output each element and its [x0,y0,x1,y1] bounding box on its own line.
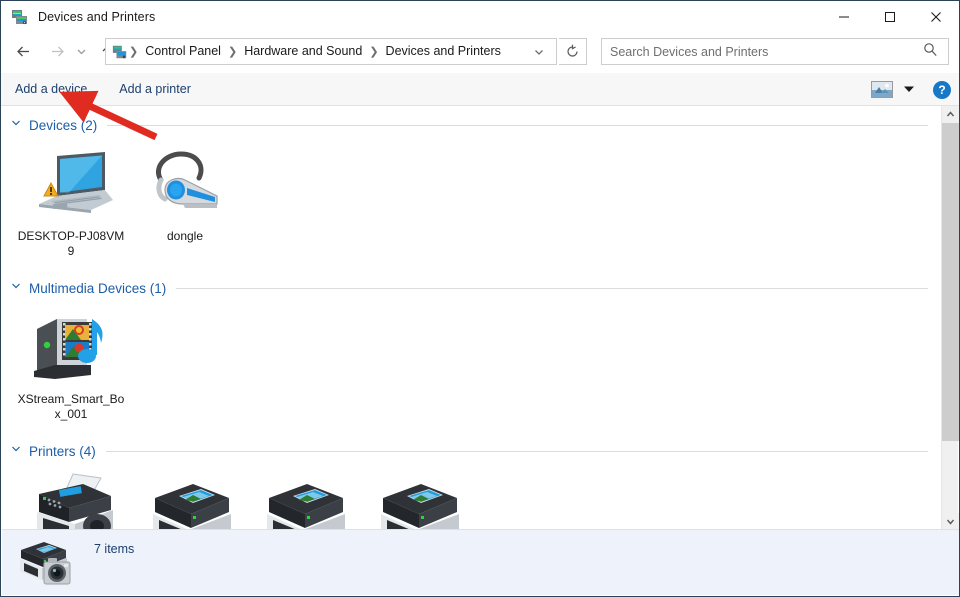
printer-icon [377,472,461,530]
chevron-down-icon[interactable] [10,279,22,297]
breadcrumb-separator: ❯ [129,46,139,58]
vertical-scrollbar[interactable] [941,106,959,530]
printer-icon [149,472,233,530]
media-server-icon [29,309,113,387]
breadcrumb-separator: ❯ [227,46,238,58]
device-label: XStream_Smart_Box_001 [17,392,125,421]
add-a-printer-button[interactable]: Add a printer [109,78,201,100]
title-bar: Devices and Printers [1,1,959,33]
help-button[interactable]: ? [933,80,951,99]
chevron-down-icon[interactable] [10,116,22,134]
maximize-button[interactable] [867,1,913,32]
search-input[interactable] [610,39,923,64]
scrollbar-thumb[interactable] [942,123,959,441]
search-box[interactable] [601,38,949,65]
group-divider [107,124,928,126]
fax-printer-icon [35,472,119,530]
view-options-icon[interactable] [871,81,893,98]
device-tile-xstream[interactable]: XStream_Smart_Box_001 [14,299,128,422]
device-label: dongle [166,229,204,243]
breadcrumb-root-icon [112,44,128,60]
group-header-devices[interactable]: Devices (2) [2,114,942,136]
printers-tile-row [2,462,942,530]
close-button[interactable] [913,1,959,32]
breadcrumb-devices-and-printers[interactable]: Devices and Printers [380,39,507,64]
refresh-button[interactable] [559,38,587,65]
search-icon[interactable] [923,42,938,62]
scroll-up-button[interactable] [942,106,959,123]
devices-tile-row: DESKTOP-PJ08VM9 dongle [2,136,942,259]
multimedia-tile-row: XStream_Smart_Box_001 [2,299,942,422]
printer-camera-icon [18,536,80,590]
address-dropdown-icon[interactable] [532,45,546,64]
group-divider [105,450,928,452]
group-divider [176,287,928,289]
add-a-device-button[interactable]: Add a device [5,78,97,100]
group-title: Printers (4) [29,443,96,459]
bluetooth-headset-icon [143,146,227,224]
scroll-down-button[interactable] [942,513,959,530]
device-tile-desktop[interactable]: DESKTOP-PJ08VM9 [14,136,128,259]
command-bar-right: ? [871,73,951,106]
minimize-button[interactable] [821,1,867,32]
command-bar: Add a device Add a printer ? [1,73,959,106]
breadcrumb-control-panel[interactable]: Control Panel [139,39,227,64]
group-header-multimedia-devices[interactable]: Multimedia Devices (1) [2,277,942,299]
group-title: Devices (2) [29,117,98,133]
printer-tile-3[interactable] [362,462,476,530]
devices-printers-icon [11,8,29,26]
item-count-label: 7 items [94,542,135,556]
recent-locations-button[interactable] [71,38,91,66]
printer-tile-2[interactable] [248,462,362,530]
devices-list-area: Devices (2) DESKTOP-PJ08VM9 dongle Multi… [2,106,942,530]
printer-tile-fax[interactable] [20,462,134,530]
view-dropdown-icon[interactable] [903,81,915,99]
window-controls [821,1,959,32]
breadcrumb-hardware-and-sound[interactable]: Hardware and Sound [238,39,368,64]
back-button[interactable] [9,38,37,66]
laptop-warning-icon [29,146,113,224]
device-label: DESKTOP-PJ08VM9 [17,229,125,258]
device-tile-dongle[interactable]: dongle [128,136,242,259]
printer-icon [263,472,347,530]
breadcrumb-separator: ❯ [369,46,379,58]
group-title: Multimedia Devices (1) [29,280,167,296]
chevron-down-icon[interactable] [10,442,22,460]
address-bar[interactable]: ❯ Control Panel ❯ Hardware and Sound ❯ D… [105,38,557,65]
window-title: Devices and Printers [38,10,156,24]
status-bar: 7 items [2,529,959,595]
devices-and-printers-window: Devices and Printers ❯ Control Panel ❯ H… [0,0,960,597]
group-header-printers[interactable]: Printers (4) [2,440,942,462]
printer-tile-1[interactable] [134,462,248,530]
forward-button [43,38,71,66]
